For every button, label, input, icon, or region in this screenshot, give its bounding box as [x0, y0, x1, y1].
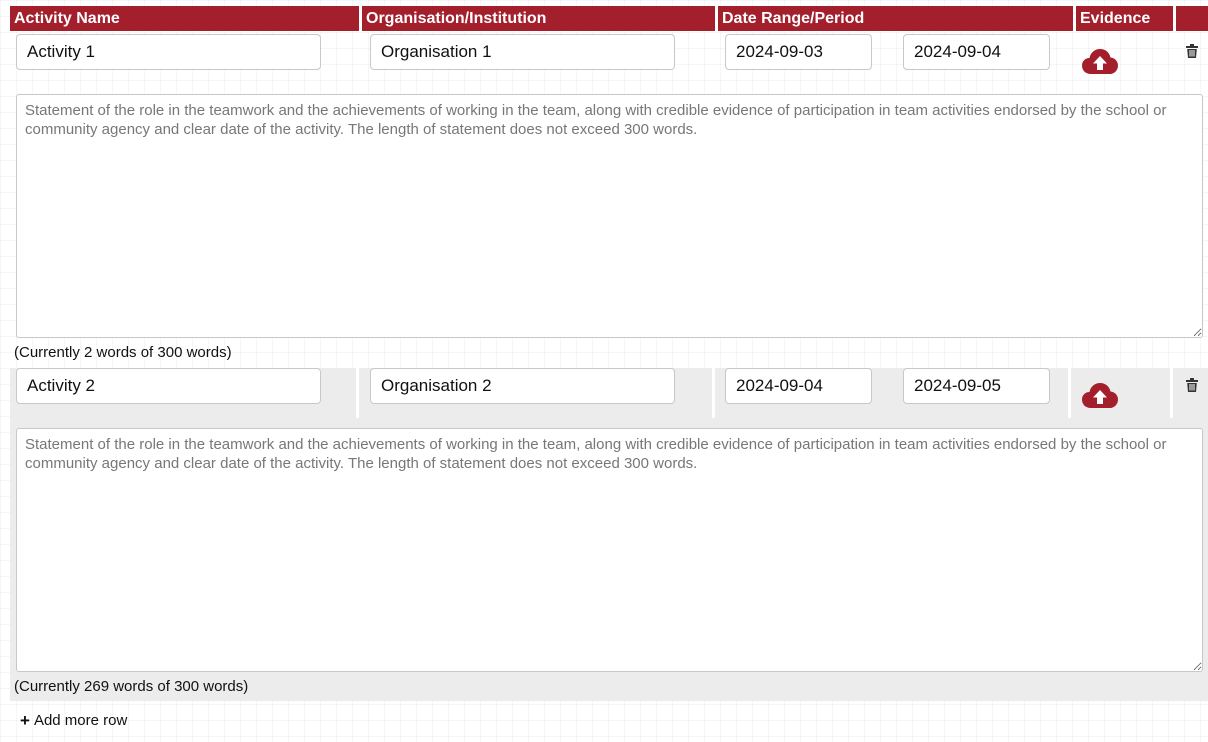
activity-row: (Currently 2 words of 300 words)	[10, 34, 1208, 366]
column-divider	[712, 368, 715, 418]
header-evidence: Evidence	[1076, 6, 1176, 31]
add-more-row-button[interactable]: + Add more row	[20, 712, 127, 729]
statement-textarea[interactable]	[16, 94, 1203, 338]
header-actions	[1176, 6, 1208, 31]
activity-table-page: Activity Name Organisation/Institution D…	[0, 0, 1208, 742]
organisation-input[interactable]	[370, 34, 675, 70]
header-activity-name: Activity Name	[10, 6, 362, 31]
column-divider	[1068, 368, 1071, 418]
trash-icon[interactable]	[1186, 378, 1198, 392]
column-divider	[356, 368, 359, 418]
word-count: (Currently 2 words of 300 words)	[14, 344, 232, 361]
activity-name-input[interactable]	[16, 34, 321, 70]
date-to-input[interactable]	[903, 368, 1050, 404]
date-from-input[interactable]	[725, 34, 872, 70]
add-more-row-label: Add more row	[33, 712, 128, 729]
date-to-input[interactable]	[903, 34, 1050, 70]
header-organisation: Organisation/Institution	[362, 6, 718, 31]
activity-row: (Currently 269 words of 300 words)	[10, 368, 1208, 701]
organisation-input[interactable]	[370, 368, 675, 404]
header-date-range: Date Range/Period	[718, 6, 1076, 31]
trash-icon[interactable]	[1186, 44, 1198, 58]
activity-name-input[interactable]	[16, 368, 321, 404]
cloud-upload-icon[interactable]	[1082, 382, 1118, 410]
word-count: (Currently 269 words of 300 words)	[14, 678, 249, 695]
column-divider	[1170, 368, 1173, 418]
cloud-upload-icon[interactable]	[1082, 48, 1118, 76]
date-from-input[interactable]	[725, 368, 872, 404]
plus-icon: +	[20, 711, 30, 730]
table-header: Activity Name Organisation/Institution D…	[10, 6, 1208, 31]
statement-textarea[interactable]	[16, 428, 1203, 672]
